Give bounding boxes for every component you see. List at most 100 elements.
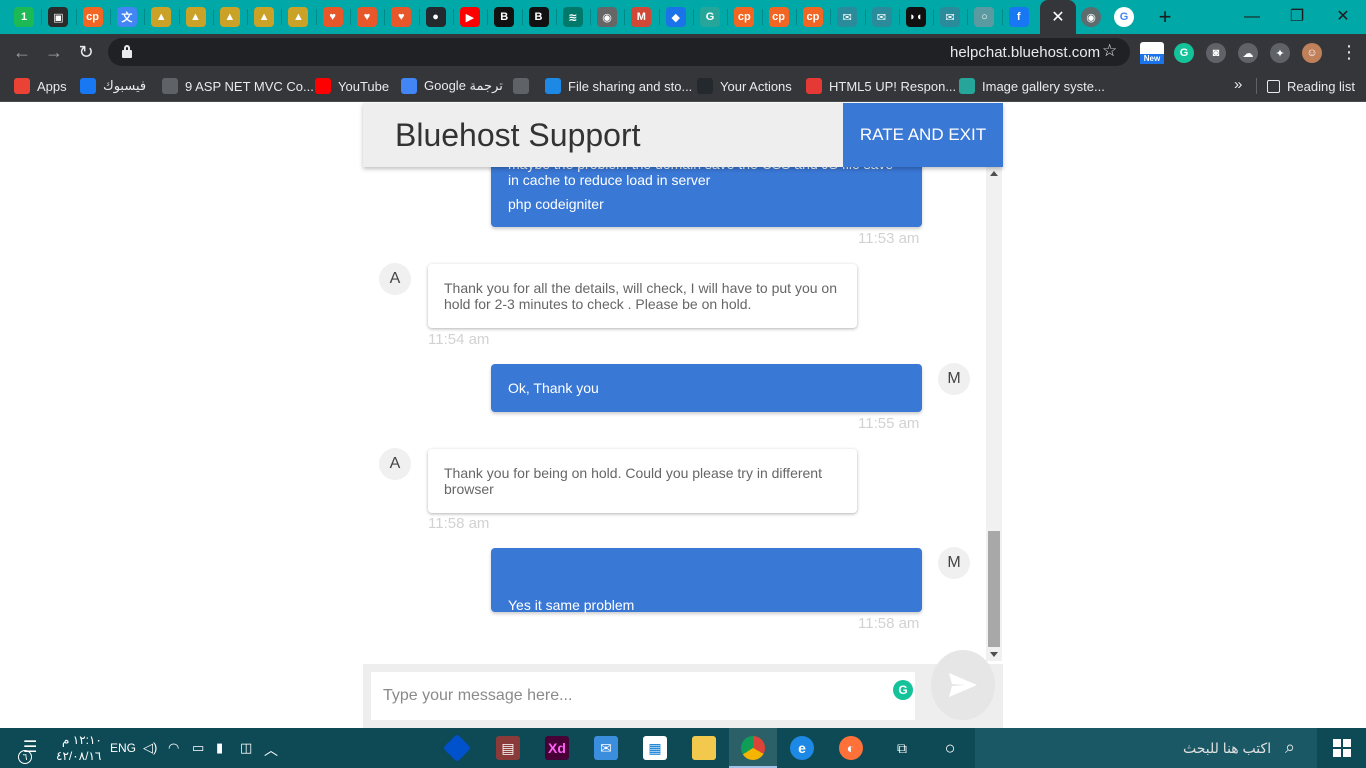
taskbar-search-box[interactable]: ⌕ اكتب هنا للبحث bbox=[975, 728, 1317, 768]
codepen-icon[interactable]: cp bbox=[802, 7, 823, 27]
bookmark-google-translate[interactable]: Google ترجمة bbox=[401, 76, 503, 96]
scrollbar-thumb[interactable] bbox=[988, 531, 1000, 647]
reading-list-button[interactable]: Reading list bbox=[1267, 76, 1355, 96]
bookmark-facebook[interactable]: فيسبوك bbox=[80, 76, 146, 96]
app-icon[interactable]: ▣ bbox=[48, 7, 69, 27]
cloud-icon[interactable]: ☁ bbox=[1238, 43, 1258, 63]
menu-kebab-icon[interactable]: ⋮ bbox=[1340, 42, 1358, 62]
bookmark-your-actions[interactable]: Your Actions bbox=[697, 76, 792, 96]
layers-icon[interactable]: ≋ bbox=[562, 7, 583, 27]
circle-icon[interactable]: ○ bbox=[974, 7, 995, 27]
codepen-icon[interactable]: cp bbox=[734, 7, 755, 27]
mail-icon[interactable]: ✉ bbox=[594, 736, 618, 760]
show-hidden-icons-icon[interactable]: ︿ bbox=[264, 740, 278, 760]
message-line: browser bbox=[444, 481, 494, 497]
grammarly-icon[interactable]: G bbox=[1174, 43, 1194, 63]
volume-icon[interactable]: ◁) bbox=[143, 740, 157, 756]
winrar-icon[interactable]: ▤ bbox=[496, 736, 520, 760]
chat-icon[interactable]: ✉ bbox=[871, 7, 892, 27]
mask-icon[interactable]: ◗◖ bbox=[905, 7, 926, 27]
pama-logo-icon[interactable]: ▲ bbox=[288, 7, 309, 27]
active-tab[interactable]: ✕ bbox=[1040, 0, 1076, 34]
youtube-icon[interactable]: ▶ bbox=[459, 7, 480, 27]
cortana-icon[interactable]: ○ bbox=[938, 736, 962, 760]
scroll-down-arrow-icon[interactable] bbox=[990, 652, 998, 657]
bookmark-youtube[interactable]: YouTube bbox=[315, 76, 389, 96]
github-icon bbox=[697, 78, 713, 94]
bookmark-star-icon[interactable]: ☆ bbox=[1102, 41, 1117, 61]
camera-icon[interactable]: ◙ bbox=[1206, 43, 1226, 63]
notification-badge-icon[interactable]: 1 bbox=[14, 7, 34, 27]
pama-logo-icon[interactable]: ▲ bbox=[185, 7, 206, 27]
mail-icon[interactable]: M bbox=[631, 7, 652, 27]
bookmark-image-gallery[interactable]: Image gallery syste... bbox=[959, 76, 1105, 96]
bookmark-apps[interactable]: Apps bbox=[14, 76, 67, 96]
clock-date[interactable]: ٤٢/٠٨/١٦ bbox=[56, 749, 101, 763]
tab-divider bbox=[933, 9, 935, 25]
bookmark-asp-net[interactable]: 9 ASP NET MVC Co... bbox=[162, 76, 314, 96]
shield-icon[interactable]: ♥ bbox=[357, 7, 377, 27]
message-line: Ok, Thank you bbox=[508, 380, 599, 396]
google-tab-icon[interactable]: G bbox=[1114, 7, 1134, 27]
microphone-icon[interactable]: ▮ bbox=[216, 740, 223, 756]
chat-icon[interactable]: ✉ bbox=[940, 7, 961, 27]
bookmark-globe[interactable] bbox=[513, 76, 536, 96]
codepen-icon[interactable]: cp bbox=[82, 7, 103, 27]
globe-icon[interactable]: ◉ bbox=[1081, 7, 1101, 27]
clock-time[interactable]: ١٢:١٠ م bbox=[62, 733, 102, 747]
grammarly-icon[interactable]: G bbox=[893, 680, 913, 700]
close-tab-icon[interactable]: ✕ bbox=[1051, 7, 1064, 27]
shield-icon[interactable]: ♥ bbox=[391, 7, 412, 27]
profile-avatar-icon[interactable]: ☺ bbox=[1302, 43, 1322, 63]
shield-icon[interactable]: ♥ bbox=[322, 7, 343, 27]
windows-start-icon[interactable] bbox=[1330, 736, 1354, 760]
bookmark-label: Apps bbox=[37, 78, 67, 94]
message-input[interactable] bbox=[371, 672, 915, 720]
diamond-icon[interactable]: ◆ bbox=[665, 7, 686, 27]
wifi-icon[interactable]: ◠ bbox=[168, 740, 179, 756]
translate-icon[interactable]: 文 bbox=[116, 7, 137, 27]
meet-now-icon[interactable]: ◫ bbox=[240, 740, 252, 756]
back-arrow-icon[interactable]: ← bbox=[10, 40, 34, 64]
pama-logo-icon[interactable]: ▲ bbox=[254, 7, 275, 27]
new-extension-icon[interactable]: New bbox=[1140, 42, 1164, 64]
battery-icon[interactable]: ▭ bbox=[192, 740, 204, 756]
codepen-icon[interactable]: cp bbox=[768, 7, 789, 27]
store-icon[interactable]: ▦ bbox=[643, 736, 667, 760]
reload-icon[interactable]: ↻ bbox=[74, 40, 98, 64]
scroll-up-arrow-icon[interactable] bbox=[990, 171, 998, 176]
new-tab-button[interactable]: + bbox=[1152, 4, 1178, 30]
message-line: Thank you for being on hold. Could you p… bbox=[444, 465, 822, 481]
chat-icon[interactable]: ✉ bbox=[837, 7, 858, 27]
restore-button[interactable]: ❐ bbox=[1274, 4, 1320, 30]
edge-icon[interactable]: e bbox=[790, 736, 814, 760]
url-text[interactable]: helpchat.bluehost.com bbox=[950, 44, 1100, 61]
puzzle-icon[interactable]: ✦ bbox=[1270, 43, 1290, 63]
globe-icon[interactable]: ◉ bbox=[597, 7, 618, 27]
chat-scrollbar[interactable] bbox=[986, 167, 1002, 661]
pama-logo-icon[interactable]: ▲ bbox=[151, 7, 172, 27]
lock-icon[interactable] bbox=[122, 45, 132, 58]
bootstrap-icon[interactable]: B bbox=[494, 7, 515, 27]
minimize-button[interactable]: — bbox=[1229, 4, 1275, 30]
bookmarks-overflow-icon[interactable]: » bbox=[1234, 76, 1242, 93]
close-window-button[interactable]: ✕ bbox=[1320, 4, 1366, 30]
firefox-icon[interactable]: ◐ bbox=[839, 736, 863, 760]
forward-arrow-icon[interactable]: → bbox=[42, 40, 66, 64]
language-indicator[interactable]: ENG bbox=[110, 741, 136, 755]
bookmark-html5-up[interactable]: HTML5 UP! Respon... bbox=[806, 76, 956, 96]
bootstrap-icon[interactable]: B bbox=[528, 7, 549, 27]
sourcetree-icon[interactable] bbox=[442, 733, 472, 763]
grammarly-icon[interactable]: G bbox=[700, 7, 720, 27]
rate-and-exit-button[interactable]: RATE AND EXIT bbox=[843, 103, 1003, 167]
adobe-xd-icon[interactable]: Xd bbox=[545, 736, 569, 760]
github-icon[interactable]: ● bbox=[425, 7, 446, 27]
facebook-icon[interactable]: f bbox=[1008, 7, 1029, 27]
pama-logo-icon[interactable]: ▲ bbox=[219, 7, 240, 27]
address-bar[interactable]: helpchat.bluehost.com ☆ bbox=[108, 38, 1130, 66]
tab-divider bbox=[1001, 9, 1003, 25]
file-explorer-icon[interactable] bbox=[692, 736, 716, 760]
chrome-icon[interactable] bbox=[741, 736, 765, 760]
bookmark-file-sharing[interactable]: File sharing and sto... bbox=[545, 76, 692, 96]
task-view-icon[interactable]: ⧉ bbox=[890, 736, 914, 760]
